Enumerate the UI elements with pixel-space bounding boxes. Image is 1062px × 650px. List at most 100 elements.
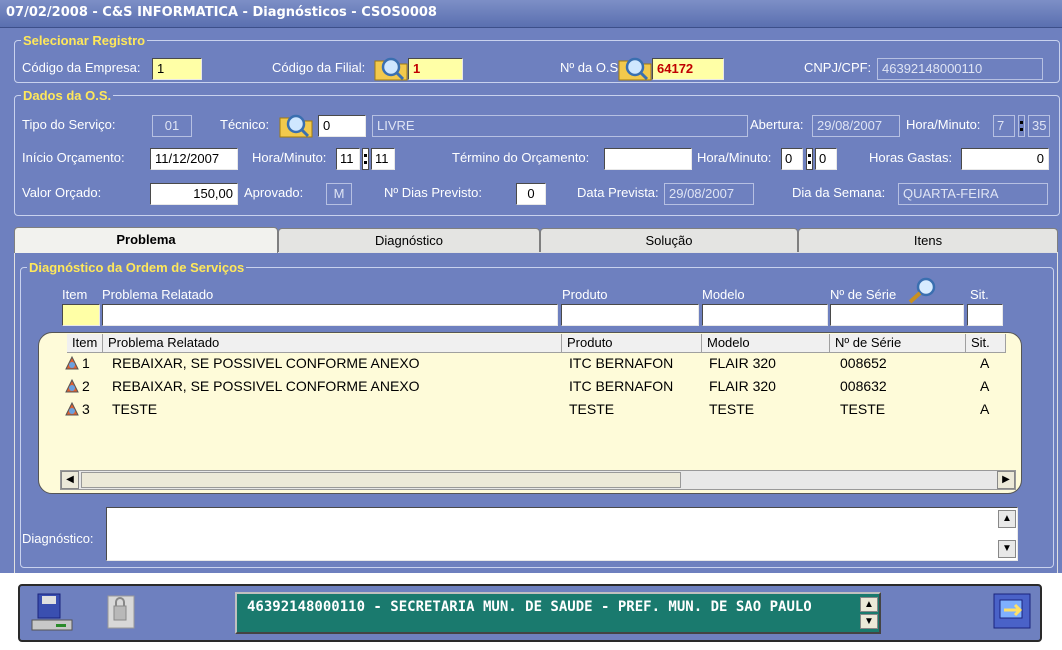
horas-gastas-label: Horas Gastas: [869,150,953,165]
os-field[interactable]: 64172 [652,58,724,80]
filter-sit-field[interactable] [967,304,1003,326]
row-2-problema[interactable]: REBAIXAR, SE POSSIVEL CONFORME ANEXO [112,378,420,394]
dados-legend: Dados da O.S. [23,88,112,103]
inicio-orcamento-field[interactable]: 11/12/2007 [150,148,238,170]
row-1-modelo[interactable]: FLAIR 320 [709,355,776,371]
row-1-serie[interactable]: 008652 [840,355,887,371]
row-1-problema[interactable]: REBAIXAR, SE POSSIVEL CONFORME ANEXO [112,355,420,371]
dias-previsto-field[interactable]: 0 [516,183,546,205]
tab-itens[interactable]: Itens [798,228,1058,252]
abertura-minuto-field: 35 [1028,115,1050,137]
abertura-hora-field: 7 [993,115,1015,137]
column-header-sit[interactable]: Sit. [966,334,1006,353]
column-header-produto[interactable]: Produto [562,334,702,353]
dia-semana-label: Dia da Semana: [792,185,886,200]
tecnico-label: Técnico: [220,117,270,132]
filter-problema-field[interactable] [102,304,558,326]
valor-orcado-field[interactable]: 150,00 [150,183,238,205]
data-prevista-label: Data Prevista: [577,185,659,200]
hora-minuto-label: Hora/Minuto: [252,150,327,165]
diagnostico-legend: Diagnóstico da Ordem de Serviços [29,260,245,275]
save-icon[interactable] [30,592,74,634]
row-1-produto[interactable]: ITC BERNAFON [569,355,673,371]
termino-orcamento-field[interactable] [604,148,692,170]
row-2-item: 2 [82,378,90,394]
filter-serie-field[interactable] [830,304,964,326]
search-icon[interactable] [373,53,409,81]
inicio-minuto-field[interactable]: 11 [371,148,395,170]
row-icon [65,401,79,416]
empresa-label: Código da Empresa: [22,60,141,75]
tab-solucao[interactable]: Solução [540,228,798,252]
filter-header-item: Item [62,287,88,302]
row-icon [65,355,79,370]
cnpj-field: 46392148000110 [877,58,1043,80]
tab-diagnostico[interactable]: Diagnóstico [278,228,540,252]
empresa-field[interactable]: 1 [152,58,202,80]
row-2-serie[interactable]: 008632 [840,378,887,394]
filter-produto-field[interactable] [561,304,699,326]
filter-header-modelo: Modelo [702,287,745,302]
row-3-produto[interactable]: TESTE [569,401,614,417]
exit-icon[interactable] [990,590,1036,634]
row-3-serie[interactable]: TESTE [840,401,885,417]
filial-field[interactable]: 1 [408,58,463,80]
tecnico-code-field[interactable]: 0 [318,115,366,137]
column-header-item[interactable]: Item [67,334,103,353]
window-title: 07/02/2008 - C&S INFORMATICA - Diagnósti… [6,5,437,20]
row-icon [65,378,79,393]
dias-previsto-label: Nº Dias Previsto: [384,185,482,200]
row-2-sit[interactable]: A [980,378,989,394]
column-header-serie[interactable]: Nº de Série [830,334,966,353]
valor-orcado-label: Valor Orçado: [22,185,102,200]
scroll-right-button[interactable]: ▶ [997,471,1015,489]
lock-icon[interactable] [100,592,144,634]
row-2-produto[interactable]: ITC BERNAFON [569,378,673,394]
tab-problema[interactable]: Problema [14,227,278,253]
aprovado-label: Aprovado: [244,185,304,200]
diagnostico-textarea[interactable] [106,507,1018,561]
search-icon[interactable] [278,110,314,138]
inicio-orcamento-label: Início Orçamento: [22,150,125,165]
termino-minuto-field[interactable]: 0 [815,148,837,170]
textarea-scroll-down[interactable]: ▼ [998,540,1016,558]
row-2-modelo[interactable]: FLAIR 320 [709,378,776,394]
horas-gastas-field[interactable]: 0 [961,148,1049,170]
cnpj-label: CNPJ/CPF: [804,60,872,75]
title-bar: 07/02/2008 - C&S INFORMATICA - Diagnósti… [0,0,1062,28]
time-separator [1018,115,1025,137]
horizontal-scrollbar[interactable]: ◀ ▶ [60,470,1016,490]
column-header-problema[interactable]: Problema Relatado [103,334,562,353]
time-separator [362,148,369,170]
diagnostico-label: Diagnóstico: [22,531,94,546]
scroll-thumb[interactable] [81,472,681,488]
inicio-hora-field[interactable]: 11 [336,148,360,170]
search-icon[interactable] [617,53,653,81]
hora-minuto-label: Hora/Minuto: [697,150,772,165]
row-3-problema[interactable]: TESTE [112,401,157,417]
status-scroll-up[interactable]: ▲ [860,597,878,612]
filter-header-problema: Problema Relatado [102,287,214,302]
column-header-modelo[interactable]: Modelo [702,334,830,353]
row-3-modelo[interactable]: TESTE [709,401,754,417]
tipo-servico-label: Tipo do Serviço: [22,117,116,132]
filter-modelo-field[interactable] [702,304,828,326]
search-icon[interactable] [904,276,940,304]
filter-header-produto: Produto [562,287,608,302]
data-prevista-field: 29/08/2007 [664,183,754,205]
filial-label: Código da Filial: [272,60,366,75]
textarea-scroll-up[interactable]: ▲ [998,510,1016,528]
aprovado-field: M [326,183,352,205]
os-label: Nº da O.S.: [560,60,626,75]
row-3-sit[interactable]: A [980,401,989,417]
status-scroll-down[interactable]: ▼ [860,614,878,629]
scroll-left-button[interactable]: ◀ [61,471,79,489]
selecionar-legend: Selecionar Registro [23,33,146,48]
filter-header-sit: Sit. [970,287,989,302]
filter-item-field[interactable] [62,304,100,326]
termino-hora-field[interactable]: 0 [781,148,803,170]
dia-semana-field: QUARTA-FEIRA [898,183,1048,205]
row-1-sit[interactable]: A [980,355,989,371]
time-separator [806,148,813,170]
tecnico-name-field: LIVRE [372,115,748,137]
